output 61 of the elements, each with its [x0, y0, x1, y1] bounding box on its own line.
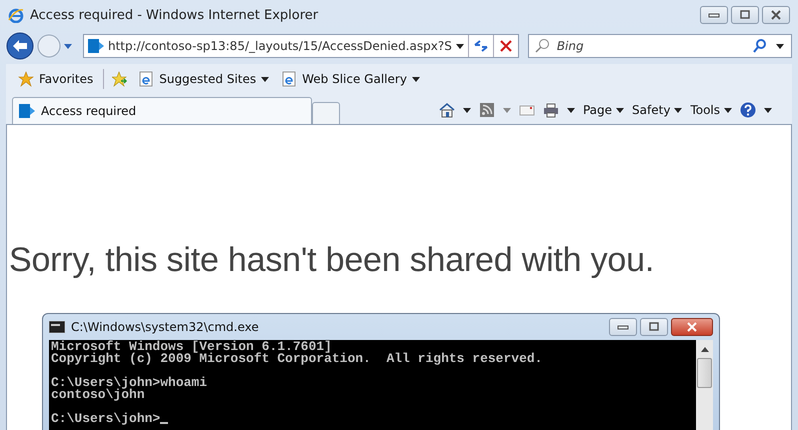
page-icon	[138, 71, 154, 87]
caret-icon	[724, 108, 732, 112]
star-icon	[18, 71, 34, 87]
window-title: C:\Windows\system32\cmd.exe	[71, 320, 259, 334]
printer-icon[interactable]	[542, 102, 559, 118]
favorites-button[interactable]: Favorites	[16, 71, 96, 87]
favorites-link[interactable]: Web Slice Gallery	[279, 71, 422, 87]
search-field[interactable]: Bing	[528, 34, 792, 58]
page-heading: Sorry, this site hasn't been shared with you.	[9, 241, 656, 280]
window-title: Access required - Windows Internet Explorer	[30, 8, 318, 22]
url-text: http://contoso-sp13:85/_layouts/15/AccessDenied.aspx?S	[108, 39, 452, 53]
refresh-icon[interactable]	[472, 38, 489, 54]
maximize-icon	[648, 322, 660, 332]
console-line: contoso\john	[51, 389, 145, 401]
text-cursor	[160, 422, 168, 424]
command-menu[interactable]: Tools	[690, 103, 732, 117]
caret-icon	[412, 76, 420, 82]
site-logo-icon	[88, 38, 104, 54]
close-icon	[686, 322, 698, 332]
site-logo-icon	[19, 103, 35, 119]
close-button[interactable]	[671, 318, 713, 336]
back-button[interactable]	[6, 32, 34, 60]
minimize-icon	[617, 324, 629, 330]
console-line: Copyright (c) 2009 Microsoft Corporation. All rights reserved.	[51, 353, 542, 365]
browser-tab[interactable]: Access required	[12, 97, 312, 124]
caret-icon[interactable]	[456, 44, 464, 48]
page-icon	[281, 71, 298, 87]
home-icon[interactable]	[438, 102, 455, 118]
command-menu[interactable]: Safety	[632, 103, 682, 117]
console-line: C:\Users\john>whoami	[51, 377, 208, 389]
favorites-link[interactable]: Suggested Sites	[136, 71, 272, 87]
console-line: Microsoft Windows [Version 6.1.7601]	[51, 341, 332, 353]
caret-icon	[674, 108, 682, 112]
minimize-button[interactable]	[700, 6, 728, 24]
caret-icon[interactable]	[764, 108, 772, 112]
search-go-icon[interactable]	[752, 38, 768, 54]
scroll-up-icon[interactable]	[700, 346, 708, 352]
address-field[interactable]: http://contoso-sp13:85/_layouts/15/AccessDenied.aspx?S	[83, 34, 519, 58]
caret-icon	[616, 108, 624, 112]
scrollbar[interactable]	[696, 340, 713, 430]
caret-icon[interactable]	[462, 108, 471, 112]
browser-logo-icon	[8, 7, 24, 23]
help-icon[interactable]	[740, 102, 756, 118]
scroll-thumb[interactable]	[697, 358, 712, 388]
minimize-button[interactable]	[609, 318, 637, 336]
caret-icon	[261, 76, 270, 82]
close-icon	[770, 10, 782, 20]
close-button[interactable]	[762, 6, 790, 24]
maximize-icon	[739, 10, 751, 20]
minimize-icon	[708, 12, 720, 18]
command-menu[interactable]: Page	[582, 103, 624, 117]
console-line: C:\Users\john>	[51, 413, 160, 425]
maximize-button[interactable]	[731, 6, 759, 24]
stop-icon[interactable]	[498, 38, 514, 54]
console-icon	[49, 321, 65, 333]
feed-icon[interactable]	[478, 102, 495, 118]
add-favorite-icon[interactable]	[112, 71, 128, 87]
caret-icon[interactable]	[566, 108, 575, 112]
caret-icon[interactable]	[776, 44, 784, 49]
maximize-button[interactable]	[640, 318, 668, 336]
search-icon	[534, 38, 550, 54]
